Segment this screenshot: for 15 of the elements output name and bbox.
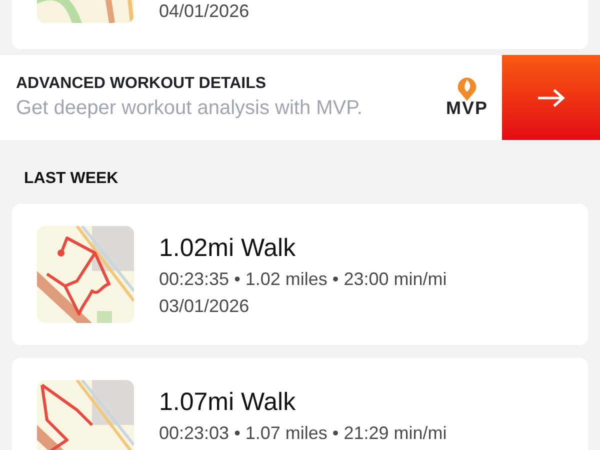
arrow-button[interactable]	[502, 55, 600, 140]
arrow-right-icon	[536, 88, 566, 108]
logo-text: MVP	[446, 98, 488, 119]
workout-card[interactable]: 1.07mi Walk 00:23:03 • 1.07 miles • 21:29 min/mi	[12, 358, 588, 450]
workout-title: 1.02mi Walk	[159, 236, 297, 261]
workout-stats: 00:23:03 • 1.07 miles • 21:29 min/mi	[159, 423, 447, 444]
section-heading: LAST WEEK	[23, 169, 120, 189]
workout-date: 03/01/2026	[159, 296, 250, 317]
promo-subtitle: Get deeper workout analysis with MVP.	[16, 97, 364, 120]
workout-stats: 00:23:35 • 1.02 miles • 23:00 min/mi	[159, 269, 447, 290]
flame-pin-icon	[456, 76, 478, 102]
workout-date: 04/01/2026	[159, 1, 250, 22]
promo-title: ADVANCED WORKOUT DETAILS	[16, 75, 268, 93]
workout-title: 1.07mi Walk	[159, 390, 297, 415]
workout-card[interactable]: 1.02mi Walk 00:23:35 • 1.02 miles • 23:00 min/mi 03/01/2026	[12, 204, 588, 345]
